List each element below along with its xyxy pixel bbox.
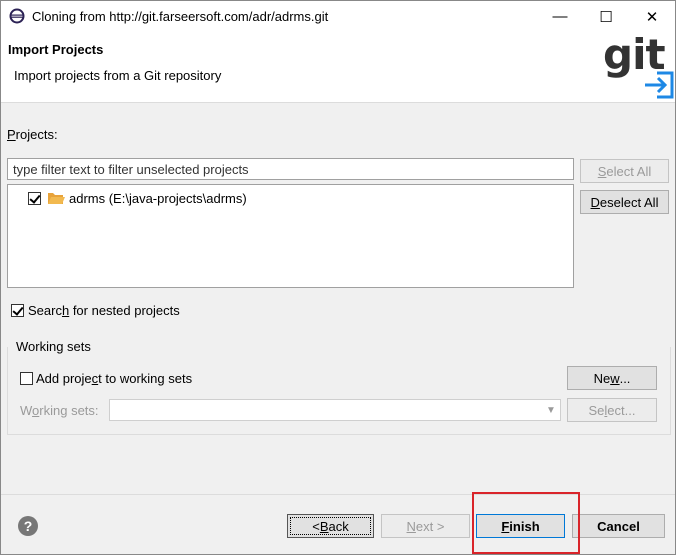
nested-projects-option[interactable]: Search for nested projects <box>11 303 180 318</box>
new-working-set-button[interactable]: Ne w... <box>567 366 657 390</box>
cancel-button[interactable]: Cancel <box>572 514 665 538</box>
maximize-button[interactable]: ☐ <box>583 1 629 32</box>
import-arrow-icon <box>645 71 674 99</box>
git-logo: git <box>603 30 676 102</box>
working-sets-label: Working sets: <box>20 403 99 418</box>
page-subtitle: Import projects from a Git repository <box>14 68 222 83</box>
nested-projects-checkbox[interactable] <box>11 304 24 317</box>
add-to-working-sets-option[interactable]: Add project to working sets <box>20 371 192 386</box>
nested-projects-label: Search for nested projects <box>28 303 180 318</box>
working-sets-combo[interactable]: ▼ <box>109 399 561 421</box>
projects-tree[interactable]: adrms (E:\java-projects\adrms) <box>7 184 574 288</box>
minimize-button[interactable]: — <box>537 1 583 32</box>
project-item[interactable]: adrms (E:\java-projects\adrms) <box>28 189 247 207</box>
chevron-down-icon[interactable]: ▼ <box>542 400 560 420</box>
project-checkbox[interactable] <box>28 191 41 205</box>
deselect-all-button[interactable]: Deselect All <box>580 190 669 214</box>
dialog-window: Cloning from http://git.farseersoft.com/… <box>0 0 676 555</box>
select-all-button[interactable]: Select All <box>580 159 669 183</box>
help-icon[interactable]: ? <box>18 516 38 536</box>
page-title: Import Projects <box>8 42 104 57</box>
folder-icon <box>48 193 65 204</box>
projects-label: Projects: <box>7 127 58 142</box>
next-button[interactable]: Next > <box>381 514 470 538</box>
working-sets-title: Working sets <box>16 339 94 354</box>
select-working-set-button[interactable]: Se l ect... <box>567 398 657 422</box>
finish-highlight-box <box>472 492 580 554</box>
add-to-working-sets-label: Add project to working sets <box>36 371 193 386</box>
back-button[interactable]: < Back <box>287 514 374 538</box>
window-title: Cloning from http://git.farseersoft.com/… <box>32 9 329 24</box>
wizard-header: Import Projects Import projects from a G… <box>1 30 676 103</box>
eclipse-icon <box>9 8 25 24</box>
project-filter-input[interactable] <box>7 158 574 180</box>
title-bar: Cloning from http://git.farseersoft.com/… <box>1 1 675 32</box>
project-item-label: adrms (E:\java-projects\adrms) <box>69 190 247 206</box>
add-to-working-sets-checkbox[interactable] <box>20 372 33 385</box>
close-button[interactable]: ✕ <box>629 1 675 32</box>
